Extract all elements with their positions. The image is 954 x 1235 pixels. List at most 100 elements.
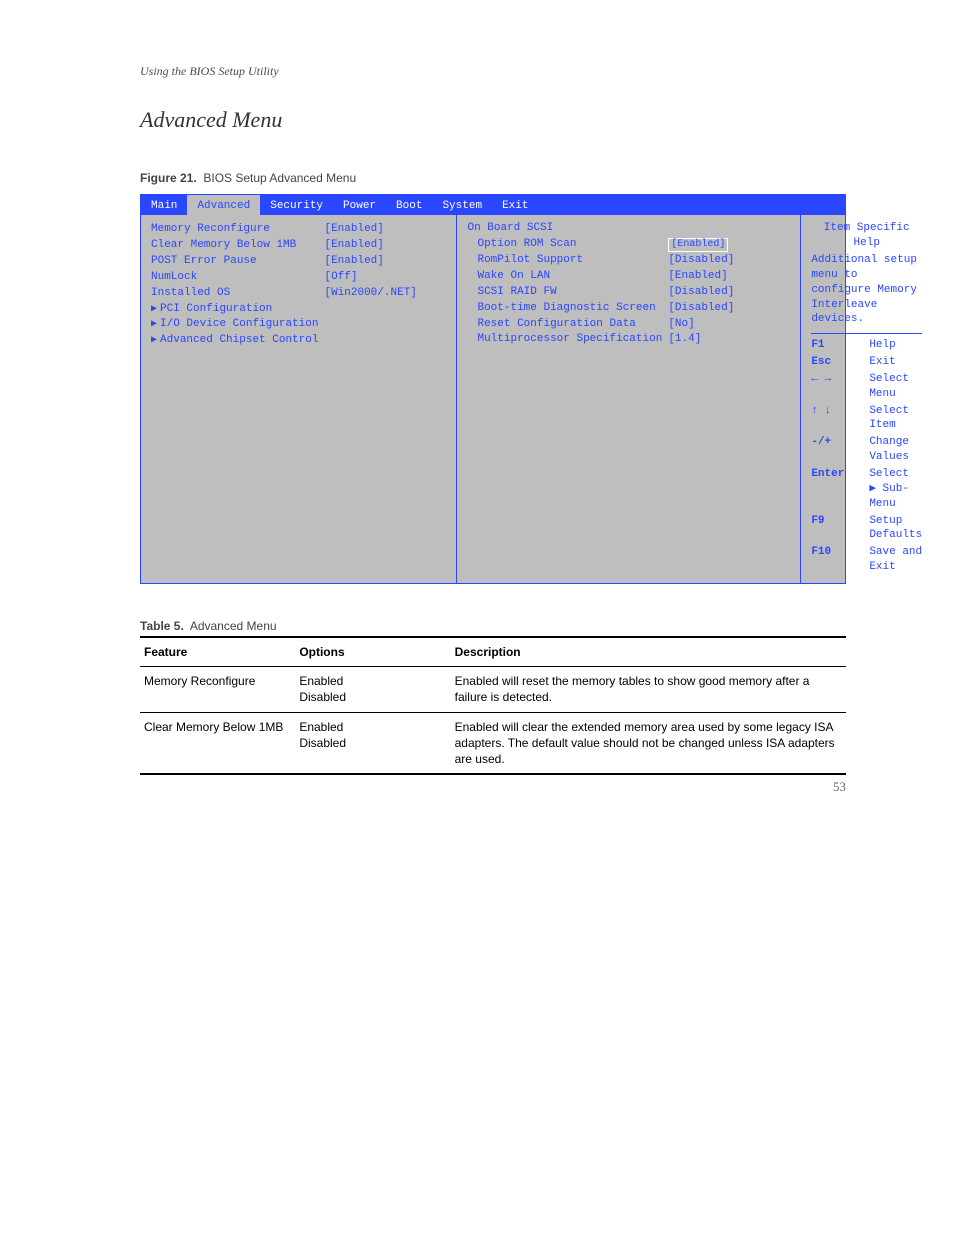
figure-caption-no: Figure 21. [140, 171, 197, 185]
bios-item[interactable]: POST Error Pause [Enabled] [151, 254, 448, 269]
figure-caption: Figure 21. BIOS Setup Advanced Menu [140, 170, 846, 186]
th-description: Description [451, 637, 846, 667]
bios-item-value: [Disabled] [662, 285, 792, 300]
bios-item-value: [Enabled] [318, 222, 448, 237]
bios-item[interactable]: SCSI RAID FW[Disabled] [467, 285, 792, 300]
bios-item[interactable]: Installed OS[Win2000/.NET] [151, 286, 448, 301]
bios-item[interactable]: RomPilot Support[Disabled] [467, 253, 792, 268]
bios-item-label: Memory Reconfigure [151, 223, 270, 235]
th-feature: Feature [140, 637, 295, 667]
bios-item[interactable]: Memory Reconfigure [Enabled] [151, 222, 448, 237]
key-desc: Select ▶ Sub-Menu [869, 467, 922, 512]
bios-item[interactable]: ▶Advanced Chipset Control [151, 333, 448, 348]
bios-item-value: [Disabled] [662, 253, 792, 268]
page-number: 53 [833, 778, 846, 796]
cell-feature: Clear Memory Below 1MB [140, 712, 295, 774]
cell-feature: Memory Reconfigure [140, 667, 295, 712]
bios-item-value: [Enabled] [318, 238, 448, 253]
bios-item[interactable]: Reset Configuration Data[No] [467, 317, 792, 332]
bios-item-value: [Win2000/.NET] [318, 286, 448, 301]
bios-window: MainAdvancedSecurityPowerBootSystemExit … [140, 194, 846, 584]
advanced-menu-tbody: Memory ReconfigureEnabledDisabledEnabled… [140, 667, 846, 774]
key-glyph: Esc [811, 355, 869, 370]
bios-key-hint: F1Help [811, 338, 922, 353]
cell-options: EnabledDisabled [295, 712, 450, 774]
bios-item[interactable]: ▶PCI Configuration [151, 302, 448, 317]
key-desc: Help [869, 338, 922, 353]
bios-key-hint: ← →Select Menu [811, 372, 922, 402]
bios-item-label: Reset Configuration Data [477, 317, 662, 332]
bios-key-hint: F10Save and Exit [811, 545, 922, 575]
table-caption-text: Advanced Menu [190, 619, 277, 633]
bios-item-label: Clear Memory Below 1MB [151, 239, 296, 251]
key-desc: Setup Defaults [869, 514, 922, 544]
key-glyph: Enter [811, 467, 869, 512]
key-desc: Select Menu [869, 372, 922, 402]
bios-item[interactable]: Clear Memory Below 1MB [Enabled] [151, 238, 448, 253]
bios-item-value: [No] [662, 317, 792, 332]
bios-item[interactable]: Wake On LAN[Enabled] [467, 269, 792, 284]
bios-tab-main[interactable]: Main [141, 195, 187, 215]
bios-key-hint: -/+Change Values [811, 435, 922, 465]
bios-column-right: Item Specific Help Additional setup menu… [801, 215, 930, 583]
bios-help-title: Item Specific Help [811, 221, 922, 251]
bios-item-value: [Enabled] [662, 237, 792, 252]
bios-item[interactable]: NumLock [Off] [151, 270, 448, 285]
bios-item-label: PCI Configuration [160, 303, 272, 315]
bios-tab-exit[interactable]: Exit [492, 195, 538, 215]
bios-item-value: [Off] [318, 270, 448, 285]
advanced-menu-table: Feature Options Description Memory Recon… [140, 636, 846, 775]
bios-item[interactable]: Multiprocessor Specification[1.4] [467, 332, 792, 347]
bios-item-label: NumLock [151, 271, 197, 283]
bios-item-label: I/O Device Configuration [160, 318, 318, 330]
th-options: Options [295, 637, 450, 667]
table-row: Clear Memory Below 1MBEnabledDisabledEna… [140, 712, 846, 774]
submenu-icon: ▶ [151, 303, 157, 317]
bios-tab-security[interactable]: Security [260, 195, 333, 215]
bios-key-hint: ↑ ↓Select Item [811, 404, 922, 434]
bios-tab-power[interactable]: Power [333, 195, 386, 215]
bios-item-value: [Disabled] [662, 301, 792, 316]
key-desc: Exit [869, 355, 922, 370]
section-title: Advanced Menu [140, 105, 846, 135]
key-glyph: F1 [811, 338, 869, 353]
bios-item-value: [Enabled] [318, 254, 448, 269]
submenu-icon: ▶ [151, 318, 157, 332]
bios-tab-boot[interactable]: Boot [386, 195, 432, 215]
bios-item-label: Option ROM Scan [477, 237, 662, 252]
table-caption: Table 5. Advanced Menu [140, 618, 846, 634]
bios-tab-system[interactable]: System [432, 195, 492, 215]
bios-item-label: POST Error Pause [151, 255, 257, 267]
bios-key-hint: EscExit [811, 355, 922, 370]
bios-help-text: Additional setup menu to configure Memor… [811, 253, 922, 327]
bios-key-legend: F1HelpEscExit← →Select Menu↑ ↓Select Ite… [811, 338, 922, 575]
cell-description: Enabled will reset the memory tables to … [451, 667, 846, 712]
bios-item-value [318, 317, 448, 332]
table-row: Memory ReconfigureEnabledDisabledEnabled… [140, 667, 846, 712]
bios-item-value [318, 333, 448, 348]
bios-item[interactable]: Option ROM Scan[Enabled] [467, 237, 792, 252]
key-glyph: F10 [811, 545, 869, 575]
table-caption-no: Table 5. [140, 619, 184, 633]
figure-caption-text: BIOS Setup Advanced Menu [203, 171, 356, 185]
bios-item-value [318, 302, 448, 317]
bios-tab-advanced[interactable]: Advanced [187, 195, 260, 215]
bios-item-label: Wake On LAN [477, 269, 662, 284]
bios-column-mid: On Board SCSIOption ROM Scan[Enabled]Rom… [457, 215, 801, 583]
bios-key-hint: EnterSelect ▶ Sub-Menu [811, 467, 922, 512]
key-desc: Save and Exit [869, 545, 922, 575]
bios-item-label: SCSI RAID FW [477, 285, 662, 300]
bios-column-left: Memory Reconfigure[Enabled]Clear Memory … [141, 215, 457, 583]
key-glyph: ↑ ↓ [811, 404, 869, 434]
key-glyph: -/+ [811, 435, 869, 465]
bios-item[interactable]: ▶I/O Device Configuration [151, 317, 448, 332]
bios-item-label: RomPilot Support [477, 253, 662, 268]
submenu-icon: ▶ [151, 334, 157, 348]
bios-key-hint: F9Setup Defaults [811, 514, 922, 544]
cell-options: EnabledDisabled [295, 667, 450, 712]
key-desc: Select Item [869, 404, 922, 434]
bios-item[interactable]: Boot-time Diagnostic Screen[Disabled] [467, 301, 792, 316]
bios-item-label: Boot-time Diagnostic Screen [477, 301, 662, 316]
bios-item-label: Multiprocessor Specification [477, 332, 662, 347]
running-head: Using the BIOS Setup Utility [140, 63, 279, 79]
